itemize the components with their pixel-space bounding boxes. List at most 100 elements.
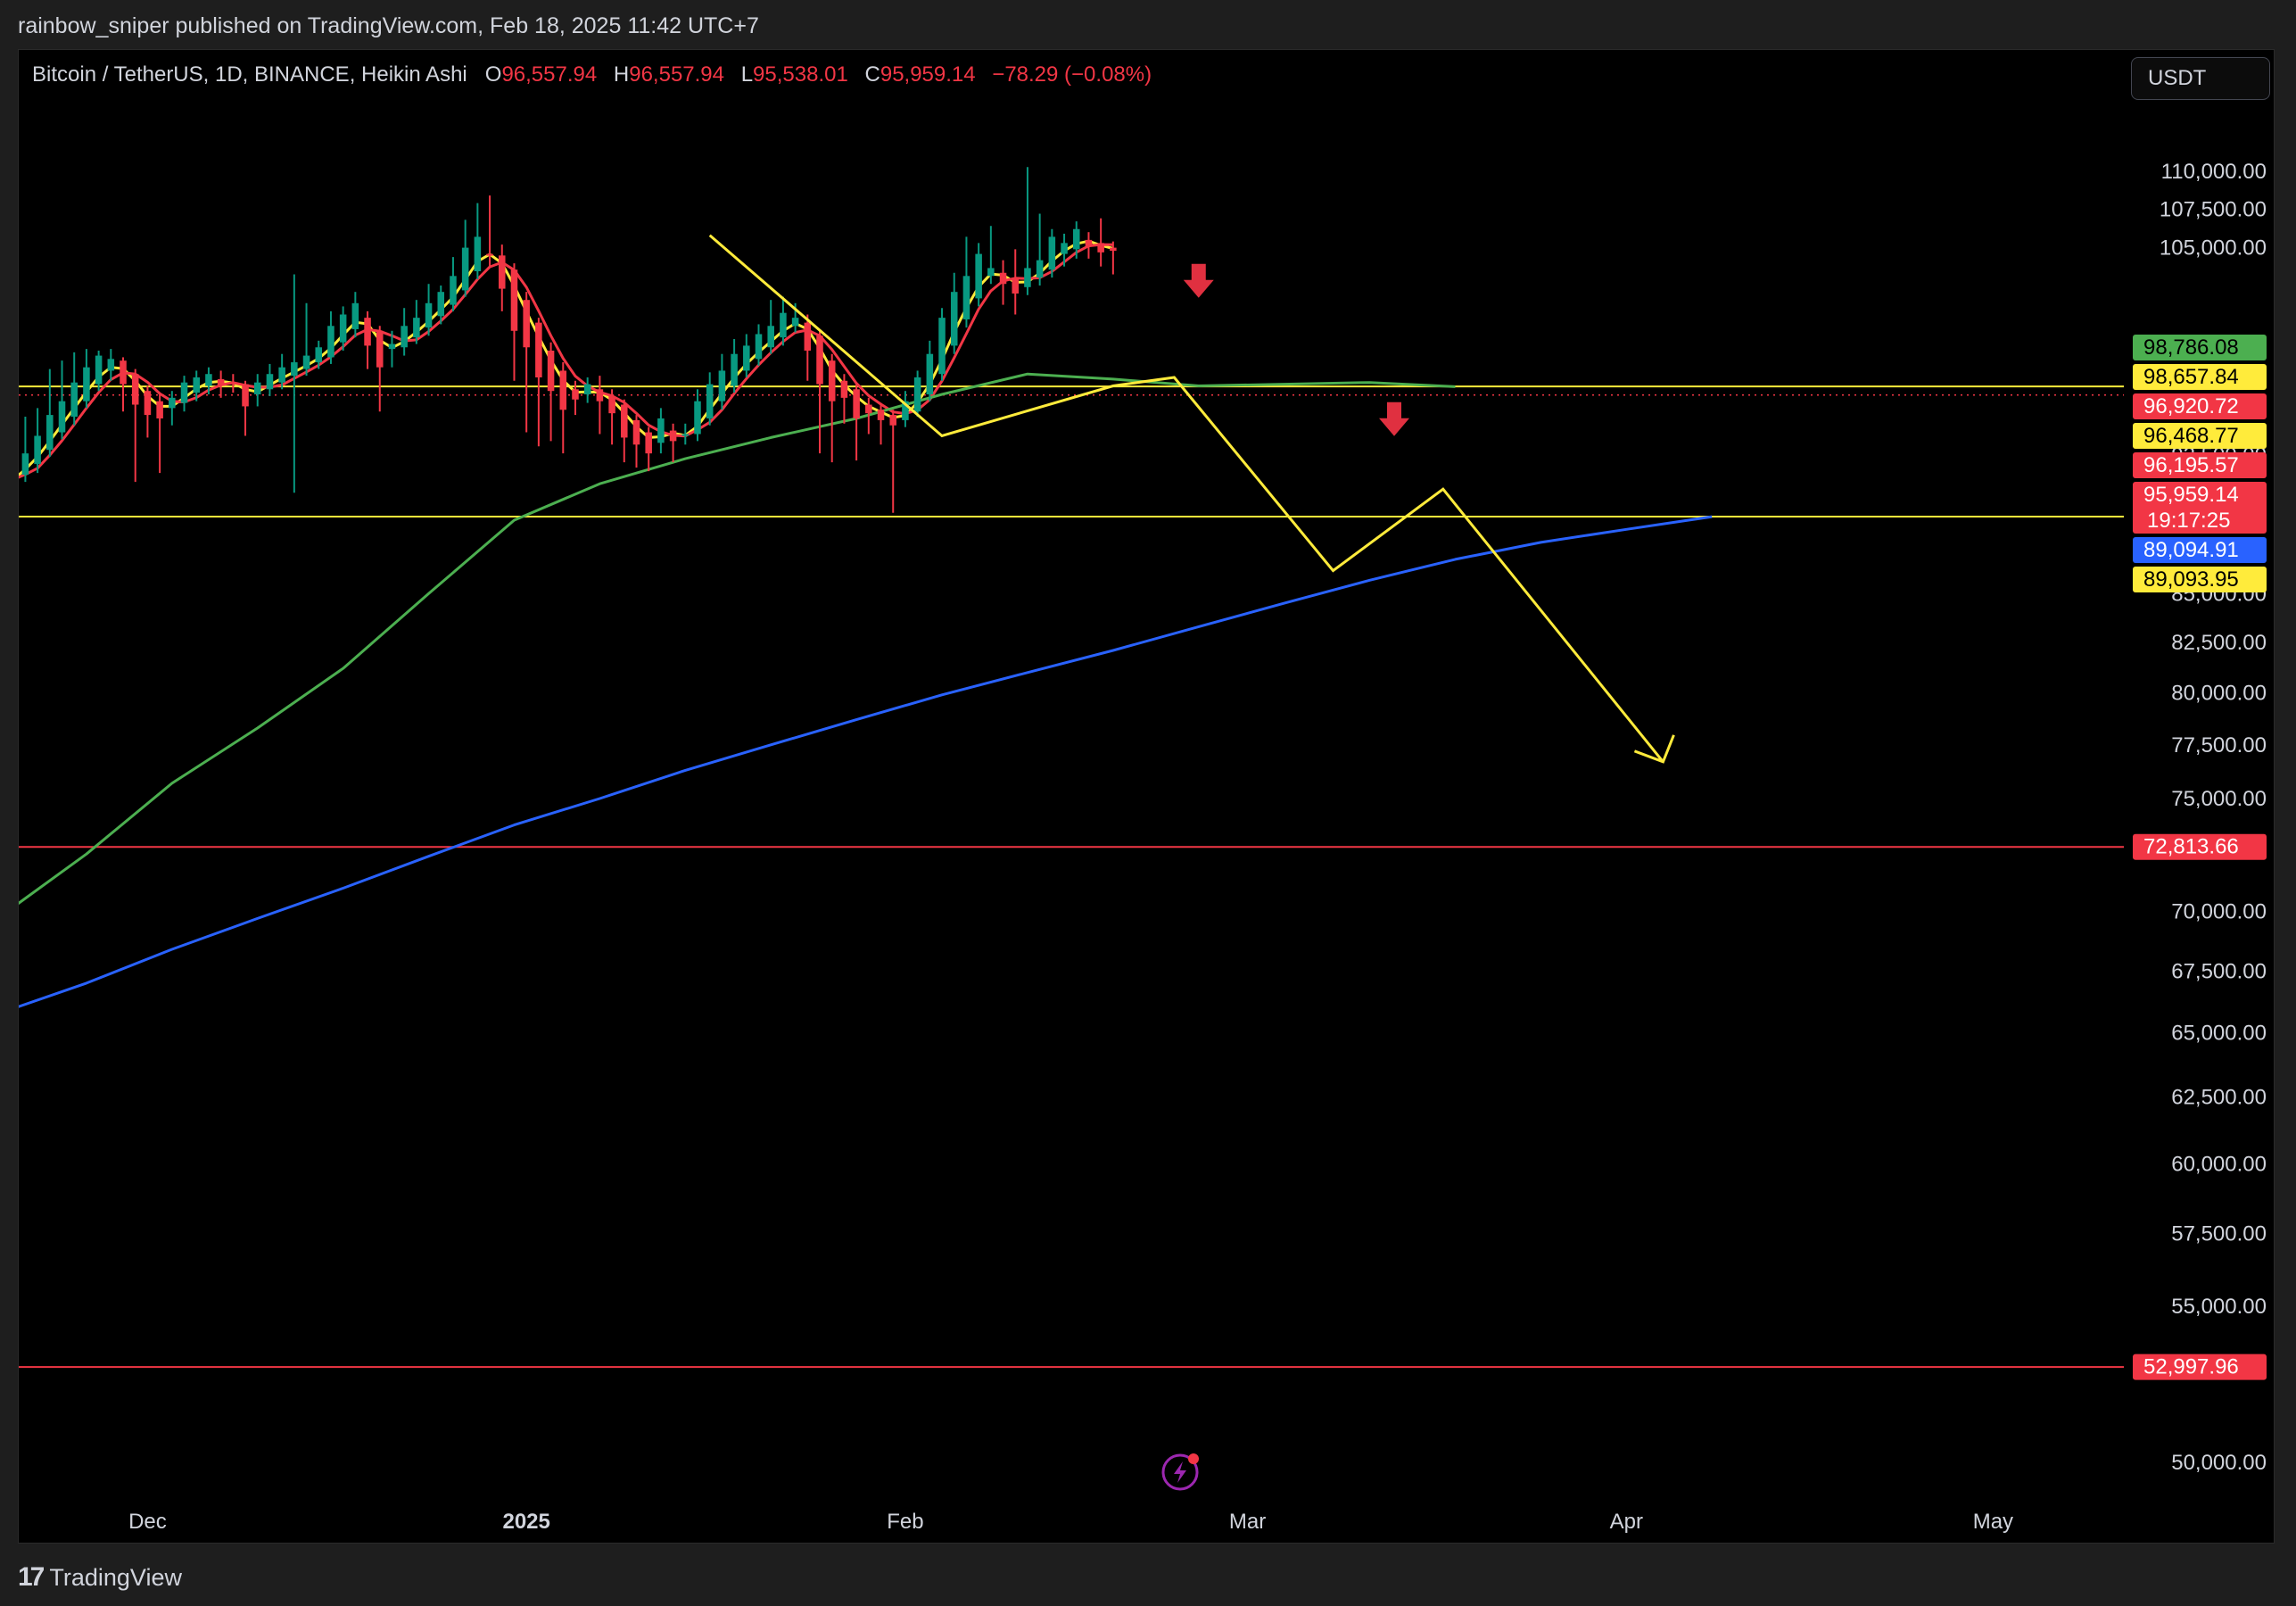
candle-body-91 xyxy=(1110,247,1117,252)
price-tick-label: 67,500.00 xyxy=(2171,959,2267,983)
price-label-text: 95,959.14 xyxy=(2143,483,2239,507)
candle-body-68 xyxy=(828,360,836,402)
candle-body-56 xyxy=(681,434,690,436)
price-chart[interactable]: 50,000.00 55,000.00 57,500.00 60,000.00 62,5… xyxy=(19,50,2275,1544)
time-tick-label: Feb xyxy=(887,1510,923,1534)
candle-body-89 xyxy=(1085,239,1093,246)
tradingview-logo-icon: 17 xyxy=(18,1562,45,1592)
low-label: L xyxy=(740,62,754,87)
high-label: H xyxy=(613,62,630,87)
candle-body-82 xyxy=(999,272,1007,285)
candle-body-36 xyxy=(437,292,445,317)
candle-body-23 xyxy=(278,367,285,383)
price-label-text: 72,813.66 xyxy=(2143,835,2239,859)
candle-body-88 xyxy=(1072,228,1080,250)
candle-body-14 xyxy=(169,397,176,409)
candle-body-85 xyxy=(1036,260,1044,278)
countdown-text: 19:17:25 xyxy=(2147,509,2230,533)
candle-body-86 xyxy=(1048,236,1056,270)
open-value: 96,557.94 xyxy=(501,62,598,87)
candle-body-67 xyxy=(816,335,823,385)
candle-body-43 xyxy=(523,300,530,348)
candle-body-60 xyxy=(731,353,738,386)
candle-body-80 xyxy=(975,253,982,299)
candle-body-7 xyxy=(83,367,90,402)
price-tick-label: 75,000.00 xyxy=(2171,787,2267,811)
publish-header: rainbow_sniper published on TradingView.… xyxy=(0,0,2296,52)
candle-body-81 xyxy=(987,268,995,277)
candle-body-90 xyxy=(1097,243,1104,252)
candle-body-5 xyxy=(58,401,66,433)
candle-body-19 xyxy=(229,382,237,385)
misc-layer xyxy=(1161,1453,1199,1491)
candle-body-69 xyxy=(840,380,848,398)
candle-body-35 xyxy=(425,302,433,328)
price-tick-label: 105,000.00 xyxy=(2160,236,2267,261)
time-tick-label: Apr xyxy=(1610,1510,1643,1534)
candle-body-12 xyxy=(144,391,152,416)
price-tick-label: 62,500.00 xyxy=(2171,1085,2267,1109)
chart-panel[interactable]: 50,000.00 55,000.00 57,500.00 60,000.00 62,5… xyxy=(18,49,2275,1544)
price-label-text: 96,468.77 xyxy=(2143,424,2239,448)
candle-body-46 xyxy=(559,370,567,410)
candle-body-55 xyxy=(669,430,677,442)
candle-body-10 xyxy=(120,360,127,385)
price-label-text: 98,657.84 xyxy=(2143,365,2239,389)
candle-body-50 xyxy=(608,395,615,414)
open-label: O xyxy=(484,62,502,87)
candle-body-18 xyxy=(217,378,225,386)
symbol-info-line[interactable]: Bitcoin / TetherUS, 1D, BINANCE, Heikin … xyxy=(32,62,1162,87)
close-value: 95,959.14 xyxy=(880,62,976,87)
time-axis: Dec 2025 Feb Mar Apr May xyxy=(128,1510,2013,1534)
candle-body-52 xyxy=(632,419,640,445)
candle-body-59 xyxy=(718,370,726,402)
candle-body-27 xyxy=(327,326,334,358)
price-label-text: 89,094.91 xyxy=(2143,538,2239,562)
candles-layer xyxy=(21,167,1117,513)
candle-body-84 xyxy=(1024,268,1031,287)
ma-line-3 xyxy=(19,515,1713,1008)
candle-body-34 xyxy=(413,318,420,338)
price-tick-label: 60,000.00 xyxy=(2171,1152,2267,1176)
time-tick-label: Dec xyxy=(128,1510,167,1534)
candle-body-70 xyxy=(853,389,860,418)
candle-body-16 xyxy=(193,377,200,393)
candle-body-28 xyxy=(339,314,347,343)
candle-body-51 xyxy=(621,404,628,438)
candle-body-4 xyxy=(46,415,54,451)
currency-label: USDT xyxy=(2148,66,2207,90)
price-tick-label: 55,000.00 xyxy=(2171,1295,2267,1319)
price-label-text: 98,786.08 xyxy=(2143,335,2239,360)
symbol-title[interactable]: Bitcoin / TetherUS, 1D, BINANCE, Heikin … xyxy=(32,62,467,87)
price-label-text: 89,093.95 xyxy=(2143,567,2239,592)
currency-button[interactable]: USDT xyxy=(2131,57,2270,100)
candle-body-13 xyxy=(156,401,163,418)
time-tick-label: Mar xyxy=(1229,1510,1266,1534)
time-tick-label: May xyxy=(1973,1510,2013,1534)
candle-body-2 xyxy=(21,453,29,476)
price-tick-label: 107,500.00 xyxy=(2160,197,2267,221)
candle-body-9 xyxy=(107,359,115,371)
candle-body-33 xyxy=(401,326,408,348)
candle-body-40 xyxy=(486,253,493,256)
projection-arrowhead xyxy=(1633,734,1675,764)
candle-body-62 xyxy=(755,334,763,360)
candle-body-41 xyxy=(499,255,506,289)
projection-layer xyxy=(708,234,1675,764)
candle-body-30 xyxy=(364,318,371,346)
price-tick-label: 77,500.00 xyxy=(2171,733,2267,757)
candle-body-79 xyxy=(962,276,970,319)
projection-line xyxy=(708,234,1664,763)
candle-body-63 xyxy=(767,326,774,348)
price-tick-label: 50,000.00 xyxy=(2171,1451,2267,1475)
price-label-text: 96,920.72 xyxy=(2143,394,2239,418)
lightning-bolt-glyph xyxy=(1174,1461,1186,1483)
footer: 17 TradingView xyxy=(18,1560,182,1595)
arrows-layer xyxy=(1183,263,1409,436)
price-tick-label: 80,000.00 xyxy=(2171,682,2267,706)
candle-body-29 xyxy=(351,302,359,329)
candle-body-72 xyxy=(877,410,885,420)
low-value: 95,538.01 xyxy=(753,62,848,87)
candle-body-21 xyxy=(253,382,261,395)
price-tick-label: 57,500.00 xyxy=(2171,1221,2267,1246)
